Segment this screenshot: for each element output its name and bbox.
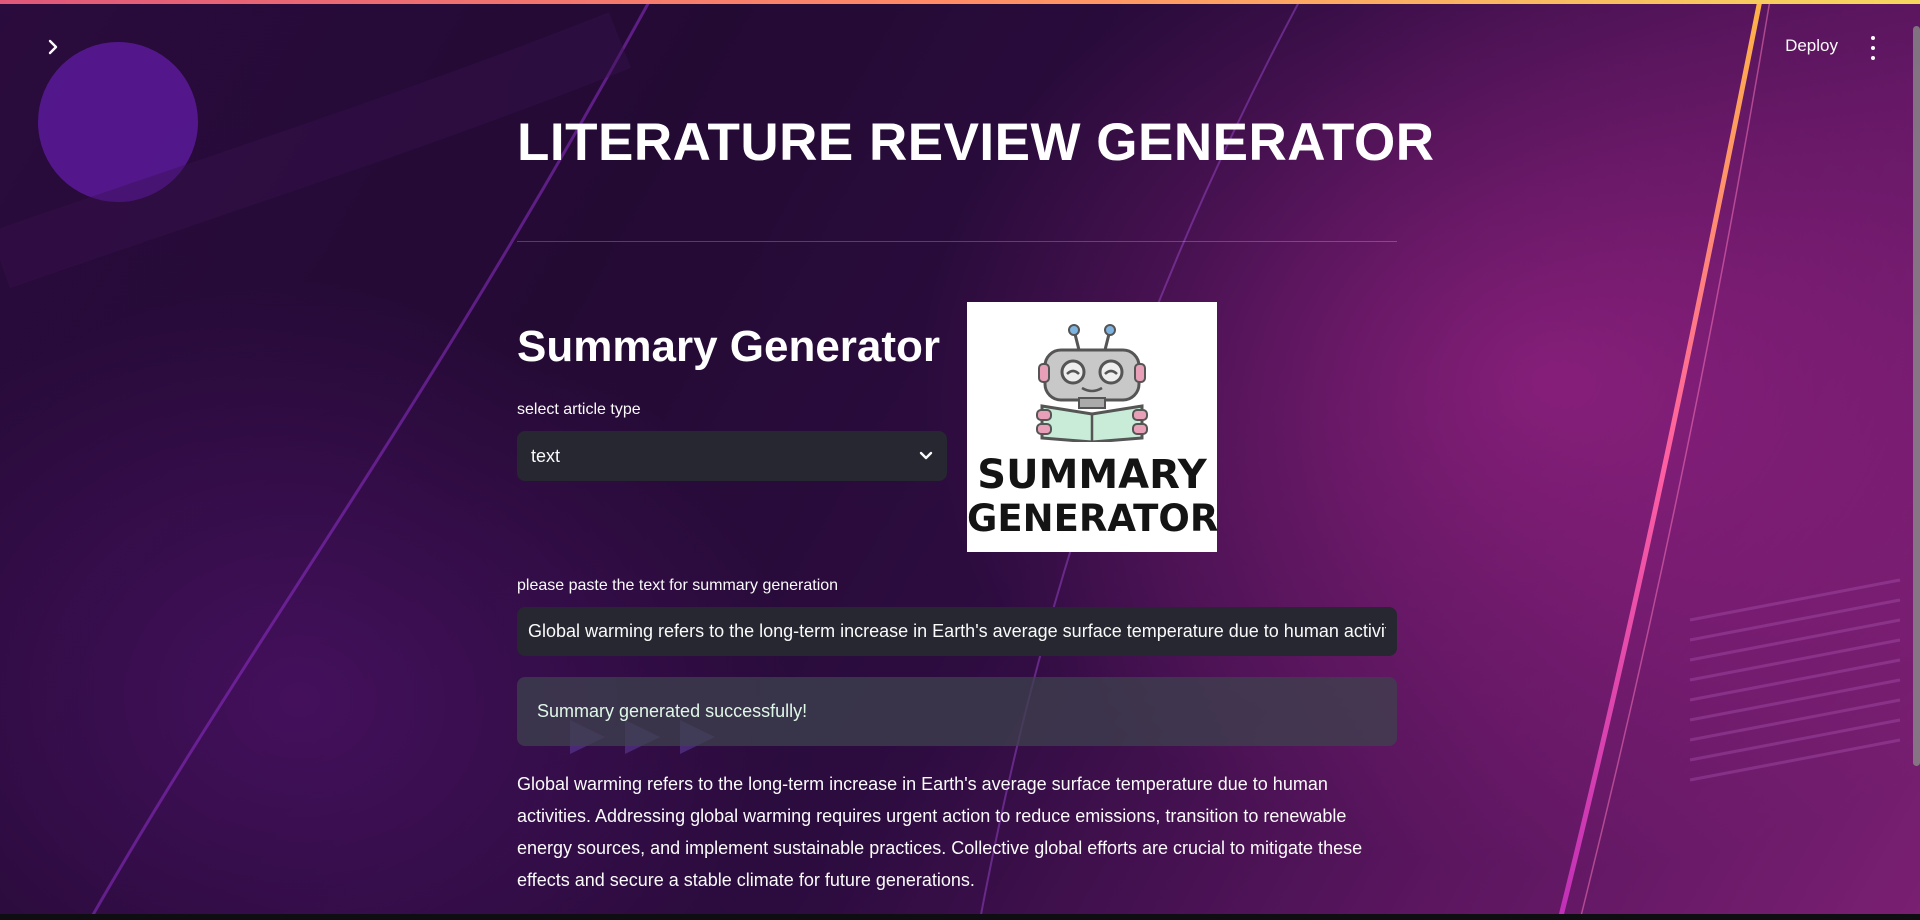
vertical-dots-icon [1871,36,1875,40]
article-text-input[interactable]: Global warming refers to the long-term i… [517,607,1397,656]
section-title: Summary Generator [517,322,941,371]
deploy-button[interactable]: Deploy [1785,36,1838,56]
success-message: Summary generated successfully! [537,701,808,721]
summary-generator-logo: SUMMARY GENERATOR [967,302,1219,552]
logo-text-line1: SUMMARY [977,452,1207,498]
chevron-down-icon [919,451,933,460]
top-decoration-bar [0,0,1920,4]
robot-reading-icon [1036,324,1148,442]
bottom-bar [0,914,1920,920]
scrollbar[interactable] [1913,26,1920,766]
article-type-label: select article type [517,401,641,418]
summary-output: Global warming refers to the long-term i… [517,774,1363,890]
logo-text-line2: GENERATOR [967,497,1219,540]
success-alert: Summary generated successfully! [517,677,1397,746]
main-menu-button[interactable] [1868,36,1878,60]
divider [517,241,1397,242]
sidebar-toggle-button[interactable] [40,34,66,60]
chevron-right-icon [48,39,58,55]
text-input-label: please paste the text for summary genera… [517,577,839,594]
article-type-value: text [531,445,561,466]
article-type-select[interactable]: text [517,431,947,481]
page-title: LITERATURE REVIEW GENERATOR [517,113,1435,172]
article-text-value: Global warming refers to the long-term i… [528,621,1386,641]
